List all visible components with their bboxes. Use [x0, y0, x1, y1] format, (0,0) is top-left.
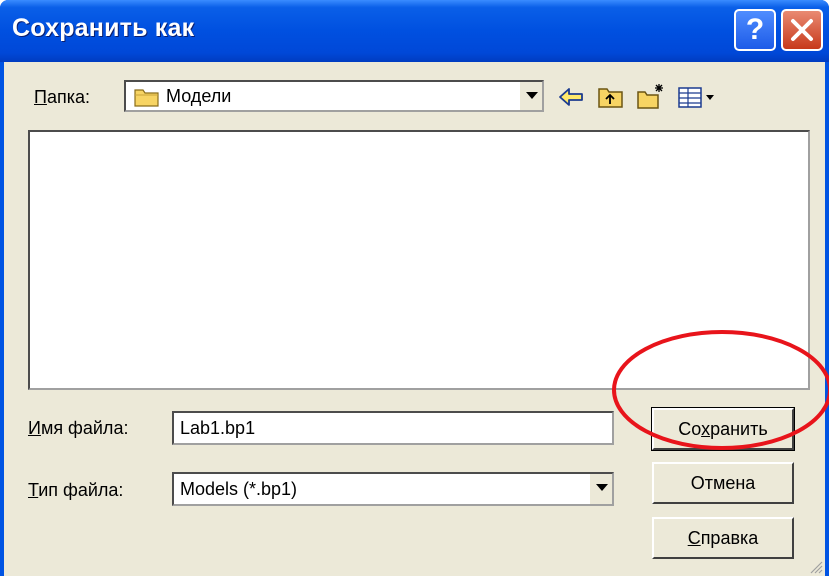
folder-dropdown-button[interactable] — [518, 82, 542, 110]
filetype-select[interactable]: Models (*.bp1) — [172, 472, 614, 506]
up-folder-icon[interactable] — [596, 82, 626, 112]
folder-select[interactable]: Модели — [124, 80, 544, 112]
help-button[interactable]: Справка — [652, 517, 794, 559]
back-arrow-icon[interactable] — [556, 82, 586, 112]
dialog-title: Сохранить как — [12, 14, 195, 42]
resize-grip-icon[interactable] — [807, 558, 823, 574]
highlight-ellipse — [612, 330, 829, 450]
dialog-body: Папка: Модели Имя файла: Lab1.bp1 Тип фа… — [4, 62, 825, 576]
filename-label: Имя файла: — [28, 418, 129, 438]
filename-input[interactable] — [172, 411, 614, 445]
filetype-value: Models (*.bp1) — [180, 479, 298, 499]
help-title-button[interactable]: ? — [734, 9, 776, 51]
filetype-label: Тип файла: — [28, 480, 124, 500]
folder-icon — [134, 89, 159, 107]
save-as-dialog: Сохранить как ? Папка: Модели Имя файла:… — [0, 0, 829, 576]
title-bar[interactable]: Сохранить как ? — [0, 0, 829, 62]
close-button[interactable] — [781, 9, 823, 51]
folder-value: Модели — [166, 86, 232, 106]
help-icon: ? — [745, 13, 765, 46]
close-icon — [791, 19, 813, 41]
filetype-dropdown-button[interactable] — [588, 474, 612, 504]
new-folder-icon[interactable] — [636, 82, 666, 112]
folder-label: Папка: — [34, 87, 90, 107]
cancel-button[interactable]: Отмена — [652, 462, 794, 504]
view-menu-icon[interactable] — [676, 82, 718, 112]
